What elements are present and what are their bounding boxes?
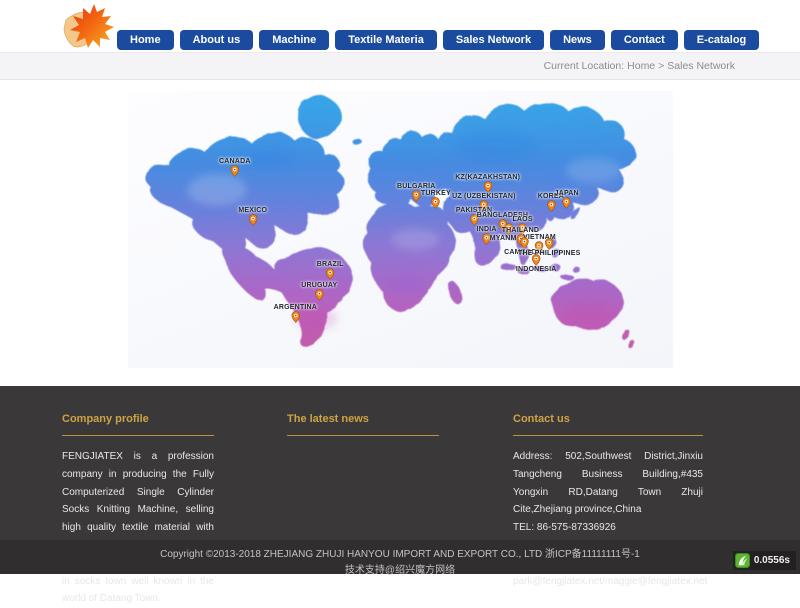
nav-item-e-catalog[interactable]: E-catalog <box>684 30 760 50</box>
map-location-mexico: MEXICO <box>238 207 267 226</box>
footer-company-title: Company profile <box>62 413 214 436</box>
load-time: 0.0556s <box>754 555 790 566</box>
footer-company-text: FENGJIATEX is a profession company in pr… <box>62 448 214 608</box>
map-location-label: UZ (UZBEKISTAN) <box>452 193 516 200</box>
map-pin-icon <box>248 214 257 226</box>
map-location-label: MEXICO <box>238 207 267 214</box>
map-pin-icon <box>431 197 440 209</box>
map-pin-icon <box>315 289 324 301</box>
map-location-canada: CANADA <box>219 158 251 177</box>
map-pin-icon <box>545 238 554 250</box>
map-location-label: TURKEY <box>421 190 451 197</box>
map-pin-icon <box>230 165 239 177</box>
sales-network-map: CANADAMEXICOBRAZILURUGUAYARGENTINABULGAR… <box>128 91 673 368</box>
nav-item-sales-network[interactable]: Sales Network <box>443 30 544 50</box>
main-nav: Home About usMachine Textile Materia Sales … <box>117 30 759 50</box>
map-location-japan: JAPAN <box>555 190 579 209</box>
contact-tel: TEL: 86-575-87336926 <box>513 519 703 537</box>
site-footer: Company profile FENGJIATEX is a professi… <box>0 386 800 540</box>
footer-latest-news: The latest news <box>287 413 439 448</box>
nav-item-contact[interactable]: Contact <box>611 30 678 50</box>
breadcrumb: Current Location:Home > Sales Network <box>0 52 800 80</box>
copyright-text: Copyright ©2013-2018 ZHEJIANG ZHUJI HANY… <box>0 545 800 560</box>
map-pin-icon <box>532 254 541 266</box>
nav-item-news[interactable]: News <box>550 30 605 50</box>
map-pin-icon <box>483 181 492 193</box>
nav-item-about-us[interactable]: About us <box>180 30 254 50</box>
map-location-label: LAOS <box>512 216 532 223</box>
map-location-label: CANADA <box>219 158 251 165</box>
map-location-turkey: TURKEY <box>421 190 451 209</box>
breadcrumb-home-link[interactable]: Home <box>627 60 655 72</box>
map-markers: CANADAMEXICOBRAZILURUGUAYARGENTINABULGAR… <box>128 91 673 368</box>
map-pin-icon <box>326 268 335 280</box>
map-location-label: KZ(KAZAKHSTAN) <box>455 174 520 181</box>
map-location-label: JAPAN <box>555 190 579 197</box>
performance-badge: 0.0556s <box>733 551 796 570</box>
nav-item-machine[interactable]: Machine <box>259 30 329 50</box>
footer-news-title: The latest news <box>287 413 439 436</box>
breadcrumb-current: Sales Network <box>667 60 735 72</box>
map-location-indonesia: INDONESIA <box>516 254 557 273</box>
leaf-badge-icon <box>735 553 750 568</box>
maple-leaf-logo-icon <box>56 1 116 51</box>
map-pin-icon <box>291 311 300 323</box>
map-location-uruguay: URUGUAY <box>301 282 337 301</box>
map-location-label: ARGENTINA <box>274 304 317 311</box>
site-header: Home About usMachine Textile Materia Sales … <box>0 0 800 52</box>
main-content: CANADAMEXICOBRAZILURUGUAYARGENTINABULGAR… <box>0 80 800 386</box>
footer-company-profile: Company profile FENGJIATEX is a professi… <box>62 413 214 608</box>
map-pin-icon <box>412 190 421 202</box>
breadcrumb-prefix: Current Location: <box>544 60 625 72</box>
nav-item-home[interactable]: Home <box>117 30 174 50</box>
nav-item-textile-materia[interactable]: Textile Materia <box>335 30 437 50</box>
map-location-label: BRAZIL <box>317 261 344 268</box>
footer-contact-title: Contact us <box>513 413 703 436</box>
contact-address: Address: 502,Southwest District,Jinxiu T… <box>513 448 703 519</box>
map-location-kz-kazakhstan-: KZ(KAZAKHSTAN) <box>455 174 520 193</box>
breadcrumb-separator: > <box>658 60 664 72</box>
map-location-label: URUGUAY <box>301 282 337 289</box>
map-location-brazil: BRAZIL <box>317 261 344 280</box>
bottom-bar: Copyright ©2013-2018 ZHEJIANG ZHUJI HANY… <box>0 540 800 574</box>
map-location-label: INDONESIA <box>516 266 557 273</box>
map-location-argentina: ARGENTINA <box>274 304 317 323</box>
map-pin-icon <box>562 197 571 209</box>
